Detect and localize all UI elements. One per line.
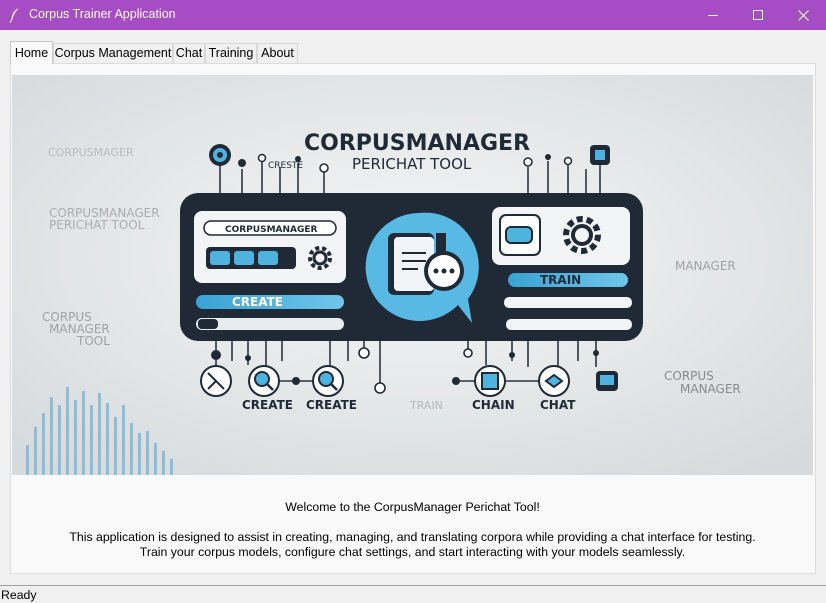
chain-icon: [474, 365, 506, 397]
tab-chat[interactable]: Chat: [173, 43, 205, 63]
banner-image: CORPUSMAGER CORPUSMANAGER PERICHAT TOOL …: [12, 75, 813, 475]
maximize-button[interactable]: [735, 0, 781, 30]
status-text: Ready: [1, 588, 37, 602]
faded-text: MANAGER: [680, 382, 741, 396]
search-icon: [312, 365, 344, 397]
faded-text: CORPUS: [664, 369, 714, 383]
bottom-label: CREATE: [306, 398, 357, 412]
banner-title: CORPUSMANAGER: [304, 131, 530, 156]
tab-home[interactable]: Home: [10, 41, 53, 64]
bottom-label: CREATE: [242, 398, 293, 412]
window-title: Corpus Trainer Application: [29, 7, 176, 21]
close-button[interactable]: [780, 0, 826, 30]
bottom-label: TRAIN: [409, 399, 443, 412]
create-bar-label: CREATE: [232, 295, 283, 309]
faded-text: MANAGER: [675, 259, 736, 273]
small-label: CRESTE: [268, 161, 303, 171]
tab-about[interactable]: About: [257, 43, 298, 63]
chat-icon: [538, 365, 570, 397]
title-bar[interactable]: Corpus Trainer Application: [0, 0, 826, 30]
panel-label: CORPUSMANAGER: [225, 225, 318, 235]
app-window: Corpus Trainer Application Home Corpus M…: [0, 0, 826, 603]
close-icon: [797, 9, 809, 21]
faded-text: CORPUSMAGER: [48, 146, 134, 159]
bottom-label: CHAT: [540, 398, 576, 412]
search-icon: [248, 365, 280, 397]
tab-training[interactable]: Training: [205, 43, 257, 63]
feather-icon: [9, 8, 19, 23]
chat-message-icon: [499, 214, 541, 256]
bottom-node-icon: [200, 365, 232, 397]
welcome-description: This application is designed to assist i…: [69, 530, 756, 544]
faded-text: PERICHAT TOOL: [49, 218, 145, 232]
minimize-button[interactable]: [690, 0, 736, 30]
welcome-heading: Welcome to the CorpusManager Perichat To…: [285, 500, 540, 514]
train-bar-label: TRAIN: [540, 273, 581, 287]
chat-bubble-icon: [358, 207, 479, 327]
minimize-icon: [708, 15, 718, 16]
tab-corpus-management[interactable]: Corpus Management: [53, 43, 173, 63]
banner-subtitle: PERICHAT TOOL: [352, 155, 472, 173]
status-bar: Ready: [0, 585, 826, 603]
maximize-icon: [753, 10, 763, 20]
monitor-icon: [596, 371, 618, 391]
bottom-label: CHAIN: [472, 398, 515, 412]
welcome-description: Train your corpus models, configure chat…: [139, 545, 686, 559]
faded-text: TOOL: [76, 334, 110, 348]
